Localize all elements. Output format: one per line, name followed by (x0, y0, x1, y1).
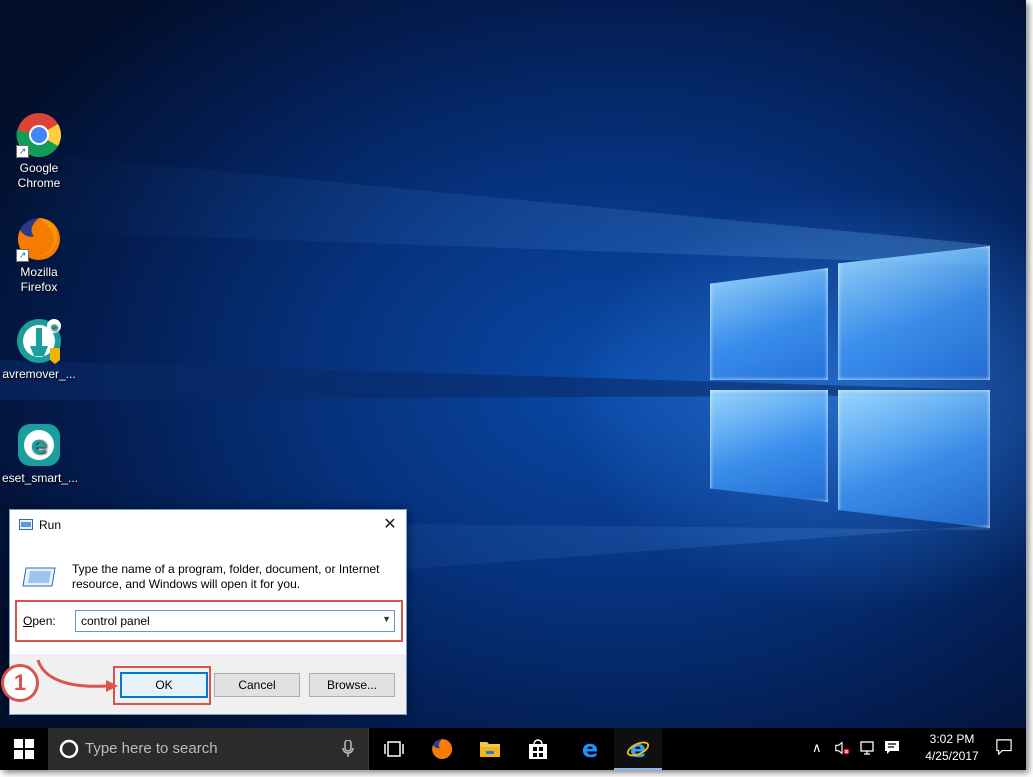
taskbar-edge[interactable]: e (566, 728, 614, 770)
eset-avremover-icon: e (16, 318, 62, 364)
open-label: Open: (23, 614, 56, 628)
action-center-icon[interactable] (996, 739, 1012, 755)
taskbar-file-explorer[interactable] (466, 728, 514, 770)
shortcut-arrow-icon: ↗ (16, 249, 29, 262)
desktop-icon-label: Google Chrome (17, 161, 61, 190)
firefox-icon: ↗ (16, 216, 62, 262)
run-icon (19, 519, 33, 530)
run-dialog-description: Type the name of a program, folder, docu… (72, 562, 380, 591)
run-program-icon (22, 567, 56, 587)
taskbar-firefox[interactable] (418, 728, 466, 770)
microphone-icon[interactable] (342, 740, 354, 758)
chrome-icon: ↗ (16, 112, 62, 158)
file-explorer-icon (480, 742, 500, 757)
shortcut-arrow-icon: ↗ (16, 145, 29, 158)
open-combobox[interactable]: control panel ▼ (75, 610, 395, 632)
cortana-icon (59, 739, 79, 759)
taskbar-internet-explorer[interactable]: e (614, 728, 662, 770)
run-dialog-title: Run (39, 518, 62, 532)
open-input-value: control panel (81, 614, 150, 628)
step-number-marker: 1 (1, 664, 39, 702)
wallpaper-logo-pane-br (838, 390, 990, 528)
clock-time: 3:02 PM (929, 732, 975, 746)
open-label-mnemonic: O (23, 614, 33, 628)
chevron-up-icon[interactable]: ∧ (812, 740, 828, 756)
step-arrow (36, 659, 118, 692)
search-placeholder: Type here to search (85, 740, 218, 757)
wallpaper-logo-pane-tr (838, 246, 990, 380)
taskbar-store[interactable] (514, 728, 562, 770)
wallpaper-logo-pane-bl (710, 390, 828, 502)
eset-icon: e (16, 422, 62, 468)
screen: ↗ Google Chrome ↗ Mozilla Firefox e avre… (0, 0, 1026, 770)
taskbar-search-box[interactable]: Type here to search (48, 728, 369, 770)
desktop-icon-label: eset_smart_... (2, 471, 79, 485)
svg-text:e: e (51, 322, 58, 333)
task-view-icon (384, 741, 404, 757)
close-button[interactable]: ✕ (374, 510, 406, 540)
run-dialog-titlebar[interactable]: Run ✕ (10, 510, 406, 540)
cancel-button[interactable]: Cancel (214, 673, 300, 697)
svg-text:e: e (630, 738, 646, 760)
network-icon[interactable] (860, 740, 876, 756)
svg-text:e: e (582, 738, 598, 760)
windows-logo-icon (14, 739, 34, 759)
chevron-down-icon[interactable]: ▼ (382, 614, 391, 624)
taskbar-clock[interactable]: 3:02 PM 4/25/2017 (916, 731, 988, 765)
wallpaper-logo-pane-tl (710, 268, 828, 380)
start-button[interactable] (0, 728, 48, 770)
desktop-icon-label: Mozilla Firefox (20, 265, 58, 294)
desktop-icon-chrome[interactable]: ↗ Google Chrome (2, 112, 76, 191)
action-center-notification-icon[interactable] (884, 740, 900, 756)
open-row-highlight: Open: control panel ▼ (15, 600, 403, 642)
edge-icon: e (582, 738, 598, 760)
firefox-icon (432, 738, 453, 759)
ok-button[interactable]: OK (120, 672, 208, 698)
desktop-icon-label: avremover_... (2, 367, 76, 381)
taskbar: Type here to search e e ∧ 3:02 PM 4/25/2… (0, 728, 1026, 770)
browse-button[interactable]: Browse... (309, 673, 395, 697)
internet-explorer-icon: e (626, 738, 650, 760)
open-label-text: pen: (32, 614, 56, 628)
store-icon (529, 739, 547, 759)
desktop-icon-avremover[interactable]: e avremover_... (2, 318, 76, 382)
svg-text:e: e (31, 431, 47, 459)
volume-muted-icon[interactable] (834, 740, 850, 756)
task-view-button[interactable] (370, 728, 418, 770)
desktop-icon-eset[interactable]: e eset_smart_... (2, 422, 79, 486)
clock-date: 4/25/2017 (925, 749, 979, 763)
desktop-icon-firefox[interactable]: ↗ Mozilla Firefox (2, 216, 76, 295)
